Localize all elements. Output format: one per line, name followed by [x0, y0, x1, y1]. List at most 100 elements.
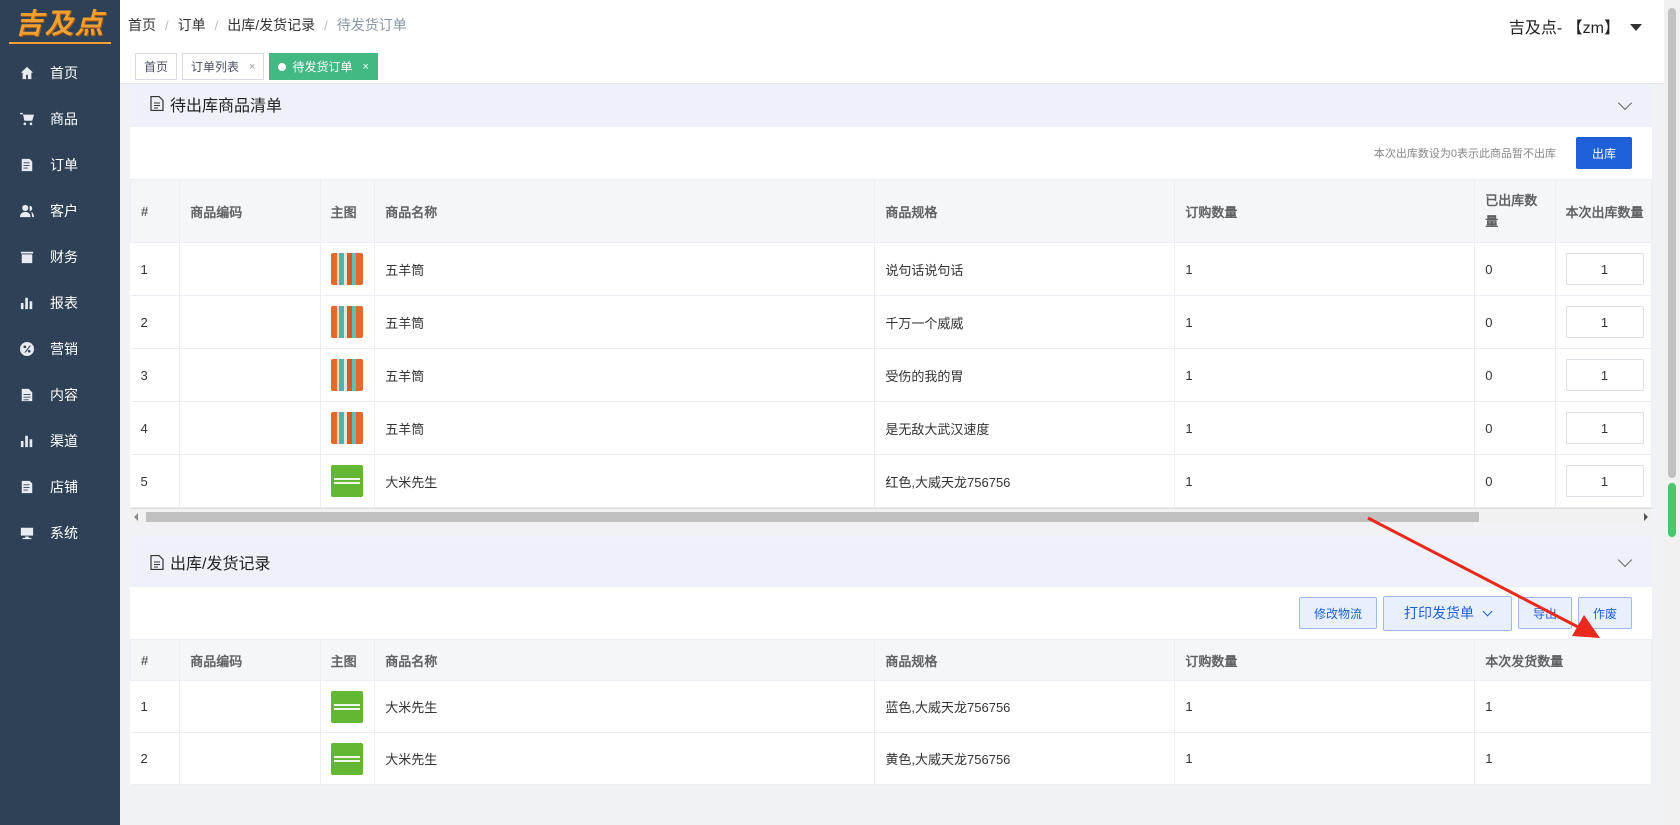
goods-thumbnail[interactable]	[330, 253, 363, 285]
export-button[interactable]: 导出	[1517, 597, 1572, 629]
sidebar-item-system[interactable]: 系统	[0, 510, 120, 556]
ordered-qty: 1	[1174, 680, 1476, 733]
user-menu[interactable]: 吉及点- 【zm】	[1509, 14, 1642, 38]
column-header: 本次出库数量	[1554, 179, 1652, 243]
scrollbar-thumb[interactable]	[1668, 8, 1676, 478]
document-icon	[150, 554, 164, 570]
column-header: #	[129, 179, 181, 243]
ordered-qty: 1	[1174, 454, 1476, 508]
breadcrumb-item[interactable]: 出库/发货记录	[227, 15, 315, 35]
goods-code	[179, 348, 321, 402]
shipped-qty: 0	[1474, 295, 1556, 349]
sidebar-item-marketing[interactable]: 营销	[0, 326, 120, 372]
sidebar-item-shops[interactable]: 店铺	[0, 464, 120, 510]
breadcrumb-item[interactable]: 订单	[178, 15, 206, 35]
table-row: 3 五羊筒 受伤的我的胃 1 0	[130, 348, 1652, 402]
shipped-qty: 0	[1474, 348, 1556, 402]
table-row: 4 五羊筒 是无敌大武汉速度 1 0	[130, 401, 1652, 455]
modify-logistics-button[interactable]: 修改物流	[1298, 597, 1377, 629]
tab-label: 待发货订单	[292, 60, 353, 74]
goods-code	[179, 401, 321, 455]
sidebar-item-home[interactable]: 首页	[0, 50, 120, 96]
scrollbar-thumb[interactable]	[146, 512, 1479, 522]
shipped-qty: 0	[1474, 454, 1556, 508]
shipment-records-header[interactable]: 出库/发货记录	[130, 537, 1652, 587]
sidebar-item-label: 渠道	[50, 433, 78, 449]
scroll-left-icon[interactable]	[134, 513, 138, 521]
goods-image-cell	[320, 680, 376, 733]
breadcrumb: 首页 / 订单 / 出库/发货记录 / 待发货订单	[128, 15, 407, 35]
goods-name: 大米先生	[374, 680, 876, 733]
breadcrumb-item[interactable]: 首页	[128, 15, 156, 35]
goods-name: 五羊筒	[374, 401, 876, 455]
column-header: 订购数量	[1174, 639, 1476, 681]
tabs-bar: 首页 订单列表 × 待发货订单 ×	[120, 50, 1680, 84]
out-qty-input[interactable]	[1565, 412, 1644, 444]
goods-thumbnail[interactable]	[330, 742, 363, 775]
chart-icon	[20, 296, 34, 310]
goods-name: 五羊筒	[374, 295, 876, 349]
shipped-qty: 0	[1474, 242, 1556, 296]
user-name: 吉及点- 【zm】	[1508, 20, 1620, 37]
goods-thumbnail[interactable]	[330, 690, 363, 723]
top-header: 首页 / 订单 / 出库/发货记录 / 待发货订单 吉及点- 【zm】	[120, 0, 1680, 50]
out-qty-input[interactable]	[1565, 253, 1644, 285]
sidebar-item-label: 店铺	[50, 479, 78, 495]
section-title: 待出库商品清单	[170, 97, 283, 115]
chevron-down-icon[interactable]	[1617, 95, 1633, 111]
void-button[interactable]: 作废	[1577, 597, 1632, 629]
sidebar-item-orders[interactable]: 订单	[0, 142, 120, 188]
finance-icon	[20, 250, 34, 264]
shipment-records-card: 出库/发货记录 修改物流 打印发货单 导出 作废 # 商品编码 主图 商品名称	[129, 537, 1652, 785]
customer-icon	[20, 204, 34, 218]
goods-spec: 受伤的我的胃	[874, 348, 1176, 402]
print-invoice-dropdown[interactable]: 打印发货单	[1382, 595, 1512, 631]
sidebar-item-content[interactable]: 内容	[0, 372, 120, 418]
sidebar-item-customers[interactable]: 客户	[0, 188, 120, 234]
goods-thumbnail[interactable]	[330, 465, 363, 497]
scroll-right-icon[interactable]	[1644, 513, 1648, 521]
ordered-qty: 1	[1174, 401, 1476, 455]
logo[interactable]: 吉及点	[0, 0, 120, 50]
goods-spec: 黄色,大威天龙756756	[874, 732, 1176, 785]
row-number: 2	[130, 295, 181, 349]
goods-spec: 说句话说句话	[874, 242, 1176, 296]
sidebar-item-goods[interactable]: 商品	[0, 96, 120, 142]
goods-name: 五羊筒	[374, 348, 876, 402]
pending-toolbar: 本次出库数设为0表示此商品暂不出库 出库	[130, 127, 1652, 179]
close-icon[interactable]: ×	[362, 61, 368, 73]
goods-thumbnail[interactable]	[330, 412, 363, 444]
pending-goods-header[interactable]: 待出库商品清单	[130, 84, 1652, 127]
tab-pending-shipment[interactable]: 待发货订单 ×	[269, 53, 378, 80]
sidebar-item-label: 系统	[50, 525, 78, 541]
horizontal-scrollbar[interactable]	[130, 508, 1652, 524]
out-qty-input[interactable]	[1565, 465, 1644, 497]
sidebar-item-label: 订单	[50, 157, 78, 173]
content-icon	[20, 388, 34, 402]
goods-name: 大米先生	[374, 454, 876, 508]
column-header: 主图	[319, 179, 376, 243]
goods-image-cell	[320, 242, 376, 296]
chevron-down-icon[interactable]	[1617, 552, 1633, 568]
qty-cell	[1555, 242, 1652, 296]
system-icon	[20, 526, 34, 540]
tab-order-list[interactable]: 订单列表 ×	[182, 53, 265, 80]
out-qty-input[interactable]	[1565, 306, 1644, 338]
column-header: 商品编码	[179, 639, 321, 681]
sidebar-item-reports[interactable]: 报表	[0, 280, 120, 326]
goods-thumbnail[interactable]	[330, 359, 363, 391]
column-header: 主图	[319, 639, 376, 681]
tab-home[interactable]: 首页	[135, 53, 178, 80]
goods-thumbnail[interactable]	[330, 306, 363, 338]
out-qty-input[interactable]	[1565, 359, 1644, 391]
out-button[interactable]: 出库	[1576, 137, 1632, 169]
ordered-qty: 1	[1174, 348, 1476, 402]
home-icon	[20, 66, 34, 80]
close-icon[interactable]: ×	[249, 61, 255, 73]
caret-down-icon	[1630, 23, 1642, 31]
sidebar-item-finance[interactable]: 财务	[0, 234, 120, 280]
goods-spec: 蓝色,大威天龙756756	[874, 680, 1176, 733]
page-scrollbar[interactable]	[1664, 0, 1680, 825]
sidebar-nav: 首页 商品 订单 客户 财务 报表 营销 内容 渠道 店铺 系统	[0, 50, 120, 556]
sidebar-item-channels[interactable]: 渠道	[0, 418, 120, 464]
